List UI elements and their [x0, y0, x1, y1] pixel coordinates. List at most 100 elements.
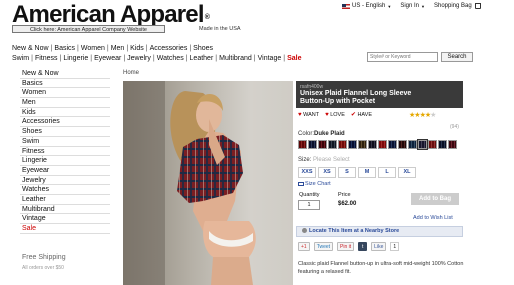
color-swatch[interactable]: [368, 140, 377, 149]
nav-item-fitness[interactable]: Fitness: [35, 55, 58, 62]
nav-item-new-and-now[interactable]: New & Now: [12, 45, 49, 52]
color-swatch[interactable]: [428, 140, 437, 149]
nav-item-shoes[interactable]: Shoes: [193, 45, 213, 52]
sidebar-item-watches[interactable]: Watches: [20, 185, 110, 195]
breadcrumb[interactable]: Home: [123, 70, 139, 76]
size-option-xs[interactable]: XS: [318, 167, 336, 178]
product-title-line-1: Unisex Plaid Flannel Long Sleeve: [300, 90, 412, 97]
sidebar-item-women[interactable]: Women: [20, 88, 110, 99]
product-actions: ♥ WANT ♥ LOVE ✔ HAVE: [298, 111, 372, 119]
nav-item-kids[interactable]: Kids: [130, 45, 144, 52]
tweet-button[interactable]: Tweet: [313, 242, 334, 251]
size-option-m[interactable]: M: [358, 167, 376, 178]
nav-item-watches[interactable]: Watches: [157, 55, 184, 62]
color-swatches: [298, 139, 457, 150]
size-chart-label: Size Chart: [305, 181, 331, 187]
sidebar-item-leather[interactable]: Leather: [20, 195, 110, 205]
sidebar-item-lingerie[interactable]: Lingerie: [20, 156, 110, 166]
sidebar-item-basics[interactable]: Basics: [20, 79, 110, 89]
color-swatch[interactable]: [398, 140, 407, 149]
sidebar-item-shoes[interactable]: Shoes: [20, 127, 110, 137]
shopping-bag-link[interactable]: Shopping Bag: [434, 3, 481, 9]
size-chart-link[interactable]: Size Chart: [298, 181, 331, 187]
quantity-input[interactable]: 1: [298, 200, 320, 210]
sidebar-item-vintage[interactable]: Vintage: [20, 214, 110, 224]
heart-icon: ♥: [298, 111, 302, 118]
nav-item-women[interactable]: Women: [81, 45, 105, 52]
sidebar-item-accessories[interactable]: Accessories: [20, 117, 110, 128]
size-option-xxs[interactable]: XXS: [298, 167, 316, 178]
size-option-s[interactable]: S: [338, 167, 356, 178]
color-swatch[interactable]: [318, 140, 327, 149]
locate-store-button[interactable]: Locate This Item at a Nearby Store: [296, 226, 463, 237]
brand-name: American Apparel: [12, 1, 205, 28]
sidebar-item-kids[interactable]: Kids: [20, 108, 110, 118]
color-swatch[interactable]: [408, 140, 417, 149]
sidebar-item-swim[interactable]: Swim: [20, 137, 110, 147]
google-plus-button[interactable]: +1: [298, 242, 310, 251]
breadcrumb-home[interactable]: Home: [123, 70, 139, 76]
color-swatch[interactable]: [448, 140, 457, 149]
color-swatch[interactable]: [348, 140, 357, 149]
product-description: Classic plaid Flannel button-up in ultra…: [298, 261, 464, 275]
size-option-xl[interactable]: XL: [398, 167, 416, 178]
facebook-like-button[interactable]: Like: [371, 242, 387, 251]
nav-item-leather[interactable]: Leather: [190, 55, 214, 62]
nav-item-men[interactable]: Men: [111, 45, 125, 52]
sidebar-item-men[interactable]: Men: [20, 98, 110, 108]
review-count[interactable]: (94): [450, 124, 459, 130]
nav-item-sale[interactable]: Sale: [287, 55, 301, 62]
model-illustration: [123, 81, 256, 285]
want-button[interactable]: ♥ WANT: [298, 112, 319, 118]
color-swatch[interactable]: [378, 140, 387, 149]
add-to-bag-button[interactable]: Add to Bag: [411, 193, 459, 205]
sign-in-link[interactable]: Sign In ▼: [400, 3, 425, 9]
nav-separator: |: [59, 55, 62, 62]
rating-stars[interactable]: ★★★★★: [409, 111, 436, 119]
love-button[interactable]: ♥ LOVE: [325, 112, 345, 118]
nav-separator: |: [152, 55, 155, 62]
size-option-l[interactable]: L: [378, 167, 396, 178]
nav-item-jewelry[interactable]: Jewelry: [127, 55, 151, 62]
nav-separator: |: [215, 55, 218, 62]
add-to-wish-list-link[interactable]: Add to Wish List: [413, 215, 453, 221]
have-button[interactable]: ✔ HAVE: [351, 111, 372, 118]
color-swatch[interactable]: [308, 140, 317, 149]
sidebar-item-fitness[interactable]: Fitness: [20, 147, 110, 157]
color-swatch[interactable]: [358, 140, 367, 149]
search-input[interactable]: [367, 52, 438, 62]
social-share-bar: +1 Tweet Pin it t Like 1: [298, 242, 400, 251]
nav-item-eyewear[interactable]: Eyewear: [94, 55, 121, 62]
nav-item-lingerie[interactable]: Lingerie: [63, 55, 88, 62]
nav-item-accessories[interactable]: Accessories: [150, 45, 188, 52]
product-title-line-2: Button-Up with Pocket: [300, 98, 376, 105]
tumblr-button[interactable]: t: [358, 242, 368, 251]
color-swatch[interactable]: [298, 140, 307, 149]
nav-separator: |: [123, 55, 126, 62]
search-button[interactable]: Search: [441, 52, 473, 62]
product-photo[interactable]: [123, 81, 293, 285]
color-swatch[interactable]: [338, 140, 347, 149]
want-label: WANT: [303, 111, 320, 118]
sidebar-item-sale[interactable]: Sale: [20, 224, 110, 234]
locale-selector[interactable]: US - English ▼: [342, 3, 391, 9]
color-swatch[interactable]: [438, 140, 447, 149]
company-website-button[interactable]: Click here: American Apparel Company Web…: [12, 25, 165, 33]
nav-item-basics[interactable]: Basics: [54, 45, 75, 52]
nav-item-swim[interactable]: Swim: [12, 55, 29, 62]
sidebar-item-jewelry[interactable]: Jewelry: [20, 176, 110, 186]
nav-item-multibrand[interactable]: Multibrand: [219, 55, 252, 62]
sidebar-item-new-and-now[interactable]: New & Now: [20, 69, 110, 79]
main-nav-row-1: New & Now | Basics | Women | Men | Kids | Accessor…: [12, 45, 213, 52]
nav-item-vintage[interactable]: Vintage: [258, 55, 282, 62]
color-swatch[interactable]: [417, 139, 428, 150]
sidebar-item-multibrand[interactable]: Multibrand: [20, 205, 110, 215]
have-label: HAVE: [357, 112, 373, 118]
color-swatch[interactable]: [388, 140, 397, 149]
pin-it-button[interactable]: Pin it: [337, 242, 355, 251]
locale-label: US - English: [352, 3, 386, 9]
nav-separator: |: [126, 45, 129, 52]
sidebar-item-eyewear[interactable]: Eyewear: [20, 166, 110, 176]
like-count: 1: [390, 242, 400, 251]
color-swatch[interactable]: [328, 140, 337, 149]
